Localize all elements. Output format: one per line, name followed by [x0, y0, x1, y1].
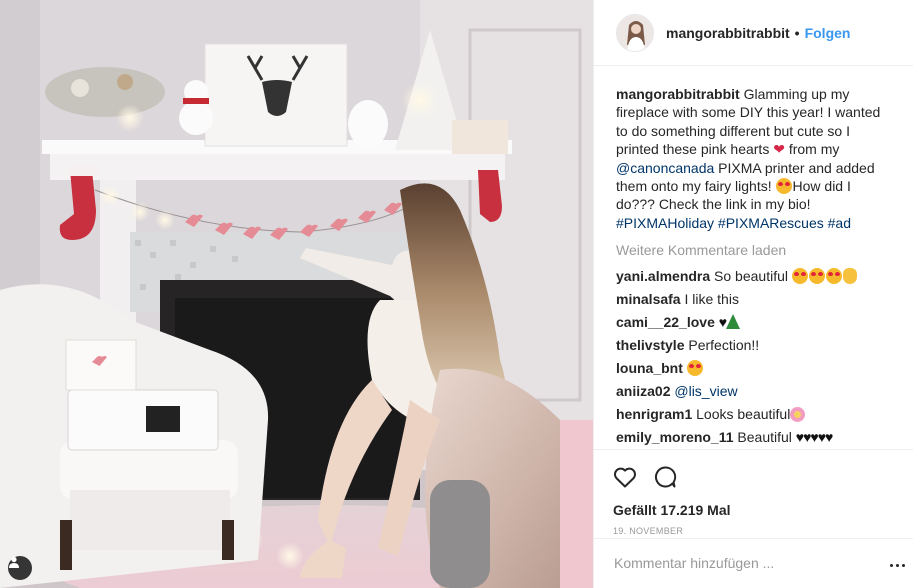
- dot: [902, 564, 905, 567]
- red-heart-icon: ❤: [773, 141, 785, 158]
- comment-text: Perfection!!: [688, 337, 760, 354]
- post-photo[interactable]: [0, 0, 593, 588]
- speech-bubble-icon[interactable]: [652, 464, 678, 490]
- cherry-blossom-emoji-icon: [790, 407, 806, 423]
- clapping-hands-emoji-icon: [842, 268, 857, 285]
- add-comment-bar: [594, 538, 913, 586]
- comment-username[interactable]: emily_moreno_11: [616, 429, 734, 445]
- caption-text-2: from my: [784, 141, 840, 158]
- post-actions: Gefällt 17.219 Mal 19. NOVEMBER: [594, 449, 913, 586]
- caption-username[interactable]: mangorabbitrabbit: [616, 86, 740, 102]
- avatar[interactable]: [616, 13, 654, 52]
- comment-username[interactable]: cami__22_love: [616, 314, 715, 330]
- post-date[interactable]: 19. NOVEMBER: [612, 526, 893, 536]
- comment-username[interactable]: aniiza02: [616, 383, 670, 399]
- heart-eyes-emoji-icon: [791, 268, 808, 285]
- post-side-panel: mangorabbitrabbit • Folgen mangorabbitra…: [593, 0, 913, 588]
- follow-button[interactable]: Folgen: [805, 25, 851, 41]
- comment-text: Beautiful: [737, 429, 792, 446]
- heart-eyes-emoji-icon: [825, 268, 842, 285]
- avatar-image: [617, 14, 653, 51]
- comment-item: emily_moreno_11 Beautiful ♥♥♥♥♥: [616, 428, 893, 446]
- more-options-icon[interactable]: [890, 564, 905, 567]
- comment-item: henrigram1 Looks beautiful: [616, 405, 893, 423]
- comments-section: mangorabbitrabbit Glamming up my firepla…: [594, 66, 913, 449]
- comment-username[interactable]: yani.almendra: [616, 268, 710, 284]
- comment-mention[interactable]: @lis_view: [674, 383, 737, 399]
- instagram-post: mangorabbitrabbit • Folgen mangorabbitra…: [0, 0, 913, 588]
- comment-item: yani.almendra So beautiful: [616, 267, 893, 285]
- heart-eyes-emoji-icon: [775, 178, 792, 195]
- comment-item: louna_bnt: [616, 359, 893, 377]
- heart-eyes-emoji-icon: [808, 268, 825, 285]
- comment-item: thelivstyle Perfection!!: [616, 336, 893, 354]
- post-author-username[interactable]: mangorabbitrabbit: [666, 25, 790, 41]
- dot: [890, 564, 893, 567]
- heart-eyes-emoji-icon: [686, 360, 703, 377]
- action-icons: [612, 454, 893, 500]
- post-header: mangorabbitrabbit • Folgen: [594, 0, 913, 66]
- comment-username[interactable]: thelivstyle: [616, 337, 684, 353]
- dot: [896, 564, 899, 567]
- caption-mention[interactable]: @canoncanada: [616, 160, 714, 176]
- comment-icon: [654, 466, 677, 488]
- like-icon: [614, 467, 636, 488]
- fireplace-scene-illustration: [0, 0, 593, 588]
- user-tag-icon[interactable]: [8, 556, 32, 580]
- heart-outline-icon[interactable]: [612, 464, 638, 490]
- comment-input[interactable]: [614, 554, 893, 571]
- christmas-tree-emoji-icon: [726, 314, 741, 330]
- comment-username[interactable]: henrigram1: [616, 406, 692, 422]
- black-hearts-emoji-icon: ♥♥♥♥♥: [795, 429, 834, 446]
- likes-count[interactable]: Gefällt 17.219 Mal: [612, 502, 893, 518]
- comment-item: minalsafa I like this: [616, 290, 893, 308]
- comment-text: I like this: [684, 291, 739, 308]
- comment-item: aniiza02 @lis_view: [616, 382, 893, 400]
- comment-username[interactable]: louna_bnt: [616, 360, 683, 376]
- black-heart-emoji-icon: ♥: [718, 314, 727, 331]
- comment-text: Looks beautiful: [696, 406, 791, 423]
- comment-username[interactable]: minalsafa: [616, 291, 681, 307]
- comment-text: So beautiful: [714, 268, 788, 285]
- person-icon: [9, 556, 19, 568]
- post-caption: mangorabbitrabbit Glamming up my firepla…: [616, 85, 893, 232]
- separator-dot: •: [794, 24, 800, 41]
- caption-hashtags[interactable]: #PIXMAHoliday #PIXMARescues #ad: [616, 215, 851, 231]
- load-more-comments-button[interactable]: Weitere Kommentare laden: [616, 242, 893, 258]
- comment-item: cami__22_love ♥: [616, 313, 893, 331]
